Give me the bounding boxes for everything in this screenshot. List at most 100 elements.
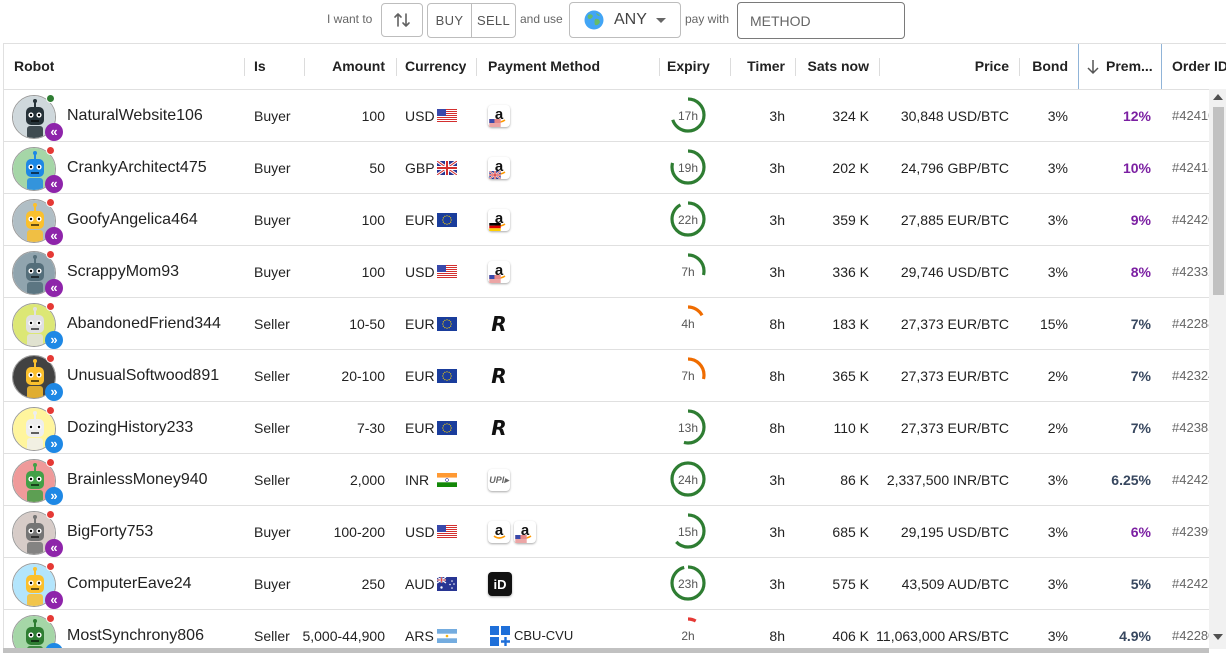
column-separator[interactable] [879,58,880,76]
col-robot[interactable]: Robot [14,44,54,89]
robot-avatar[interactable]: « [12,510,63,557]
robot-name: NaturalWebsite106 [67,107,203,124]
column-separator[interactable] [476,58,477,76]
col-currency[interactable]: Currency [405,44,466,89]
status-dot [46,302,55,311]
currency-flag-icon [437,629,457,643]
order-bond: 3% [1047,576,1068,592]
status-dot [46,354,55,363]
column-separator[interactable] [659,58,660,76]
order-price: 43,509 AUD/BTC [901,576,1009,592]
sell-button[interactable]: SELL [471,4,515,37]
robot-avatar[interactable]: » [12,458,63,505]
col-price[interactable]: Price [884,44,1009,89]
col-payment-method[interactable]: Payment Method [488,44,600,89]
order-premium: 8% [1130,264,1151,280]
table-row[interactable]: » UnusualSoftwood891 Seller 20-100 EUR R… [4,350,1226,402]
robot-avatar[interactable]: » [12,354,63,401]
vertical-scrollbar[interactable] [1209,89,1226,649]
seller-badge-icon: » [45,487,63,505]
globe-icon [584,10,604,30]
order-premium: 9% [1130,212,1151,228]
col-sats-now[interactable]: Sats now [803,44,869,89]
robot-avatar[interactable]: » [12,302,63,349]
robot-avatar[interactable]: « [12,146,63,193]
column-separator[interactable] [244,58,245,76]
horizontal-scrollbar[interactable] [3,648,1209,653]
robot-avatar[interactable]: « [12,94,63,141]
table-row[interactable]: « GoofyAngelica464 Buyer 100 EUR a 22h 3… [4,194,1226,246]
status-dot [46,614,55,623]
order-premium: 5% [1130,576,1151,592]
table-row[interactable]: « BigForty753 Buyer 100-200 USD aa 15h 3… [4,506,1226,558]
currency-flag-icon [437,265,457,279]
order-price: 11,063,000 ARS/BTC [876,628,1009,644]
order-premium: 10% [1122,160,1151,176]
robot-name: DozingHistory233 [67,419,194,436]
column-separator[interactable] [1019,58,1020,76]
col-amount[interactable]: Amount [310,44,385,89]
robot-avatar[interactable]: » [12,406,63,453]
col-timer[interactable]: Timer [734,44,785,89]
sats-now: 110 K [833,420,869,436]
table-row[interactable]: « ComputerEave24 Buyer 250 AUD iD 23h 3h… [4,558,1226,610]
column-separator[interactable] [795,58,796,76]
order-currency: EUR [405,420,435,436]
order-side: Buyer [254,576,291,592]
table-row[interactable]: » AbandonedFriend344 Seller 10-50 EUR R … [4,298,1226,350]
table-row[interactable]: » DozingHistory233 Seller 7-30 EUR R 13h… [4,402,1226,454]
table-row[interactable]: « ScrappyMom93 Buyer 100 USD a 7h 3h 336… [4,246,1226,298]
buyer-badge-icon: « [45,279,63,297]
col-is[interactable]: Is [254,44,266,89]
robot-avatar[interactable]: « [12,250,63,297]
order-currency: AUD [405,576,435,592]
order-amount: 100 [361,264,385,280]
seller-badge-icon: » [45,383,63,401]
scroll-up-arrow-icon[interactable] [1213,94,1223,100]
swap-vertical-icon [394,13,410,27]
sats-now: 575 K [832,576,869,592]
robot-avatar[interactable]: « [12,198,63,245]
expiry-label: 22h [677,213,699,227]
sats-now: 324 K [832,108,869,124]
seller-badge-icon: » [45,331,63,349]
scrollbar-thumb[interactable] [1213,107,1224,295]
robot-name: MostSynchrony806 [67,627,204,644]
expiry-label: 7h [681,369,695,383]
expiry-label: 2h [681,629,695,643]
order-side: Seller [254,368,290,384]
status-dot [46,250,55,259]
col-bond[interactable]: Bond [1024,44,1068,89]
column-separator[interactable] [304,58,305,76]
sort-descending-icon[interactable] [1086,59,1100,75]
buy-button[interactable]: BUY [428,4,471,37]
order-premium: 4.9% [1119,628,1151,644]
col-order-id[interactable]: Order ID [1172,44,1226,89]
order-price: 27,885 EUR/BTC [900,212,1009,228]
robot-avatar[interactable]: « [12,562,63,609]
swap-direction-button[interactable] [381,3,423,37]
order-side: Buyer [254,264,291,280]
order-bond: 3% [1047,212,1068,228]
sats-now: 685 K [832,524,869,540]
order-timer: 8h [769,628,785,644]
payment-method-input[interactable] [737,2,905,39]
order-currency: USD [405,264,435,280]
column-separator[interactable] [730,58,731,76]
scroll-down-arrow-icon[interactable] [1213,634,1223,640]
col-premium[interactable]: Prem... [1106,44,1153,89]
expiry-label: 23h [677,577,699,591]
robot-name: GoofyAngelica464 [67,211,198,228]
table-row[interactable]: « NaturalWebsite106 Buyer 100 USD a 17h … [4,90,1226,142]
table-row[interactable]: » BrainlessMoney940 Seller 2,000 INR UPI… [4,454,1226,506]
order-currency: INR [405,472,430,488]
upi-icon: UPI▸ [488,469,510,491]
table-row[interactable]: « CrankyArchitect475 Buyer 50 GBP a 19h … [4,142,1226,194]
id-icon: iD [488,572,512,596]
col-expiry[interactable]: Expiry [667,44,710,89]
table-row[interactable]: » MostSynchrony806 Seller 5,000-44,900 A… [4,610,1226,653]
currency-select-value: ANY [614,11,647,28]
buyer-badge-icon: « [45,175,63,193]
currency-select[interactable]: ANY [569,2,681,38]
column-separator[interactable] [396,58,397,76]
